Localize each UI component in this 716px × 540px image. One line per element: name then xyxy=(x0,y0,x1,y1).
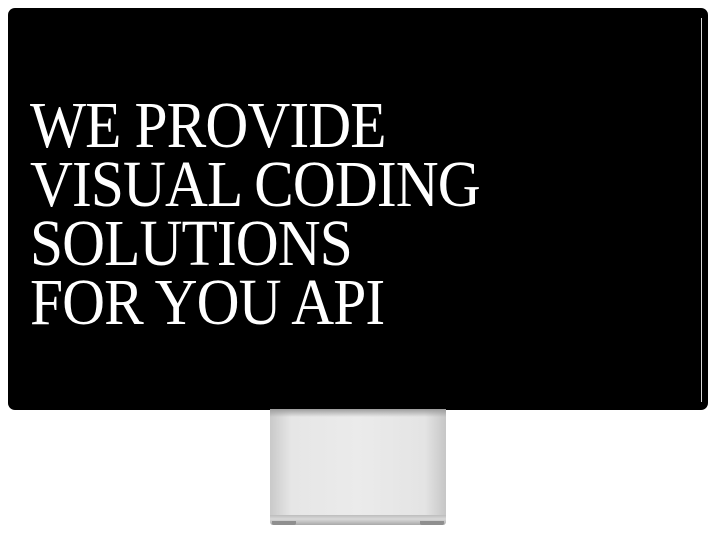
headline-line-2: VISUAL CODING xyxy=(30,148,481,221)
monitor-stand-foot-right xyxy=(420,521,444,525)
headline-line-3: SOLUTIONS xyxy=(30,207,353,280)
headline-line-4: FOR YOU API xyxy=(30,266,385,339)
headline-line-1: WE PROVIDE xyxy=(30,89,387,162)
monitor-stand xyxy=(270,409,446,517)
monitor-mockup: WE PROVIDE VISUAL CODING SOLUTIONS FOR Y… xyxy=(0,0,716,540)
monitor-stand-shadow xyxy=(270,409,446,417)
hero-headline: WE PROVIDE VISUAL CODING SOLUTIONS FOR Y… xyxy=(30,89,481,339)
monitor-screen: WE PROVIDE VISUAL CODING SOLUTIONS FOR Y… xyxy=(8,8,708,410)
monitor-stand-foot-left xyxy=(272,521,296,525)
screen-scrollbar-edge xyxy=(701,18,702,402)
